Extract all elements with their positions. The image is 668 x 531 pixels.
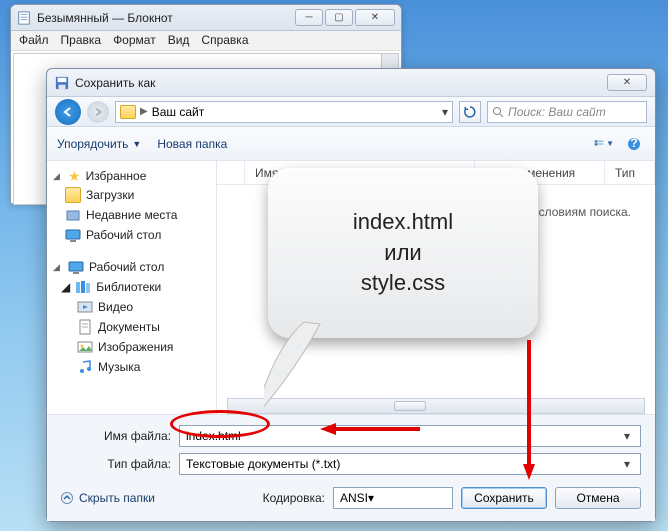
new-folder-button[interactable]: Новая папка — [157, 137, 227, 151]
encoding-select[interactable]: ANSI ▾ — [333, 487, 453, 509]
maximize-button[interactable]: ▢ — [325, 9, 353, 26]
hide-folders-button[interactable]: Скрыть папки — [61, 491, 155, 505]
col-icon[interactable] — [217, 161, 245, 184]
save-button[interactable]: Сохранить — [461, 487, 547, 509]
notepad-title: Безымянный — Блокнот — [37, 11, 295, 25]
chevron-down-icon[interactable]: ▾ — [620, 457, 634, 471]
refresh-icon — [464, 106, 476, 118]
tree-item-downloads[interactable]: Загрузки — [51, 185, 212, 205]
tree-item-images[interactable]: Изображения — [51, 337, 212, 357]
chevron-down-icon: ▼ — [132, 139, 141, 149]
help-icon: ? — [627, 137, 641, 151]
tree-item-video[interactable]: Видео — [51, 297, 212, 317]
chevron-down-icon[interactable]: ▾ — [620, 429, 634, 443]
annotation-line1: index.html — [353, 207, 453, 238]
document-icon — [77, 319, 93, 335]
dialog-title: Сохранить как — [75, 76, 607, 90]
tree-item-desktop[interactable]: Рабочий стол — [51, 225, 212, 245]
minimize-button[interactable]: ─ — [295, 9, 323, 26]
breadcrumb[interactable]: ▶ Ваш сайт ▾ — [115, 101, 453, 123]
nav-forward-button — [87, 101, 109, 123]
tree-item-recent[interactable]: Недавние места — [51, 205, 212, 225]
arrow-left-icon — [62, 106, 74, 118]
search-placeholder: Поиск: Ваш сайт — [508, 105, 606, 119]
breadcrumb-segment[interactable]: Ваш сайт — [152, 105, 205, 119]
annotation-arrow-down — [521, 340, 537, 483]
tree-item-music[interactable]: Музыка — [51, 357, 212, 377]
filetype-select[interactable]: Текстовые документы (*.txt) ▾ — [179, 453, 641, 475]
notepad-titlebar[interactable]: Безымянный — Блокнот ─ ▢ ✕ — [11, 5, 401, 31]
nav-back-button[interactable] — [55, 99, 81, 125]
filename-label: Имя файла: — [61, 429, 171, 443]
collapse-icon: ◢ — [53, 262, 63, 273]
desktop-icon — [68, 259, 84, 275]
tree-libraries[interactable]: ◢ Библиотеки — [51, 277, 212, 297]
tree-favorites[interactable]: ◢ ★ Избранное — [51, 167, 212, 185]
annotation-line3: style.css — [361, 268, 445, 299]
nav-bar: ▶ Ваш сайт ▾ Поиск: Ваш сайт — [47, 97, 655, 127]
music-icon — [77, 359, 93, 375]
close-button[interactable]: ✕ — [355, 9, 395, 26]
chevron-right-icon: ▶ — [140, 106, 148, 117]
menu-format[interactable]: Формат — [113, 33, 156, 48]
toolbar: Упорядочить ▼ Новая папка ▼ ? — [47, 127, 655, 161]
encoding-label: Кодировка: — [263, 491, 325, 505]
search-icon — [492, 106, 504, 118]
tree-item-documents[interactable]: Документы — [51, 317, 212, 337]
annotation-bubble: index.html или style.css — [268, 168, 538, 338]
refresh-button[interactable] — [459, 101, 481, 123]
help-button[interactable]: ? — [623, 134, 645, 154]
notepad-icon — [17, 11, 31, 25]
chevron-up-icon — [61, 492, 73, 504]
menu-file[interactable]: Файл — [19, 33, 49, 48]
dialog-titlebar[interactable]: Сохранить как ✕ — [47, 69, 655, 97]
collapse-icon: ◢ — [53, 171, 63, 182]
folder-tree[interactable]: ◢ ★ Избранное Загрузки Недавние места Ра… — [47, 161, 217, 414]
menu-help[interactable]: Справка — [201, 33, 248, 48]
video-icon — [77, 299, 93, 315]
chevron-down-icon[interactable]: ▾ — [442, 105, 448, 119]
star-icon: ★ — [68, 169, 81, 183]
empty-message: словиям поиска. — [539, 205, 631, 219]
notepad-menubar: Файл Правка Формат Вид Справка — [11, 31, 401, 51]
list-view-icon — [594, 138, 604, 150]
organize-button[interactable]: Упорядочить ▼ — [57, 137, 141, 151]
annotation-line2: или — [384, 238, 421, 269]
cancel-button[interactable]: Отмена — [555, 487, 641, 509]
desktop-icon — [65, 227, 81, 243]
search-input[interactable]: Поиск: Ваш сайт — [487, 101, 647, 123]
tree-desktop-root[interactable]: ◢ Рабочий стол — [51, 257, 212, 277]
menu-view[interactable]: Вид — [168, 33, 190, 48]
folder-icon — [65, 187, 81, 203]
recent-icon — [65, 207, 81, 223]
menu-edit[interactable]: Правка — [61, 33, 102, 48]
libraries-icon — [75, 279, 91, 295]
col-type[interactable]: Тип — [605, 161, 655, 184]
collapse-icon: ◢ — [61, 280, 70, 294]
arrow-right-icon — [93, 107, 103, 117]
svg-text:?: ? — [630, 137, 637, 150]
folder-icon — [120, 105, 136, 119]
filetype-label: Тип файла: — [61, 457, 171, 471]
save-icon — [55, 76, 69, 90]
dialog-close-button[interactable]: ✕ — [607, 74, 647, 91]
chevron-down-icon[interactable]: ▾ — [368, 491, 374, 505]
view-options-button[interactable]: ▼ — [593, 134, 615, 154]
image-icon — [77, 339, 93, 355]
annotation-arrow-left — [320, 421, 420, 440]
chevron-down-icon: ▼ — [606, 139, 614, 148]
